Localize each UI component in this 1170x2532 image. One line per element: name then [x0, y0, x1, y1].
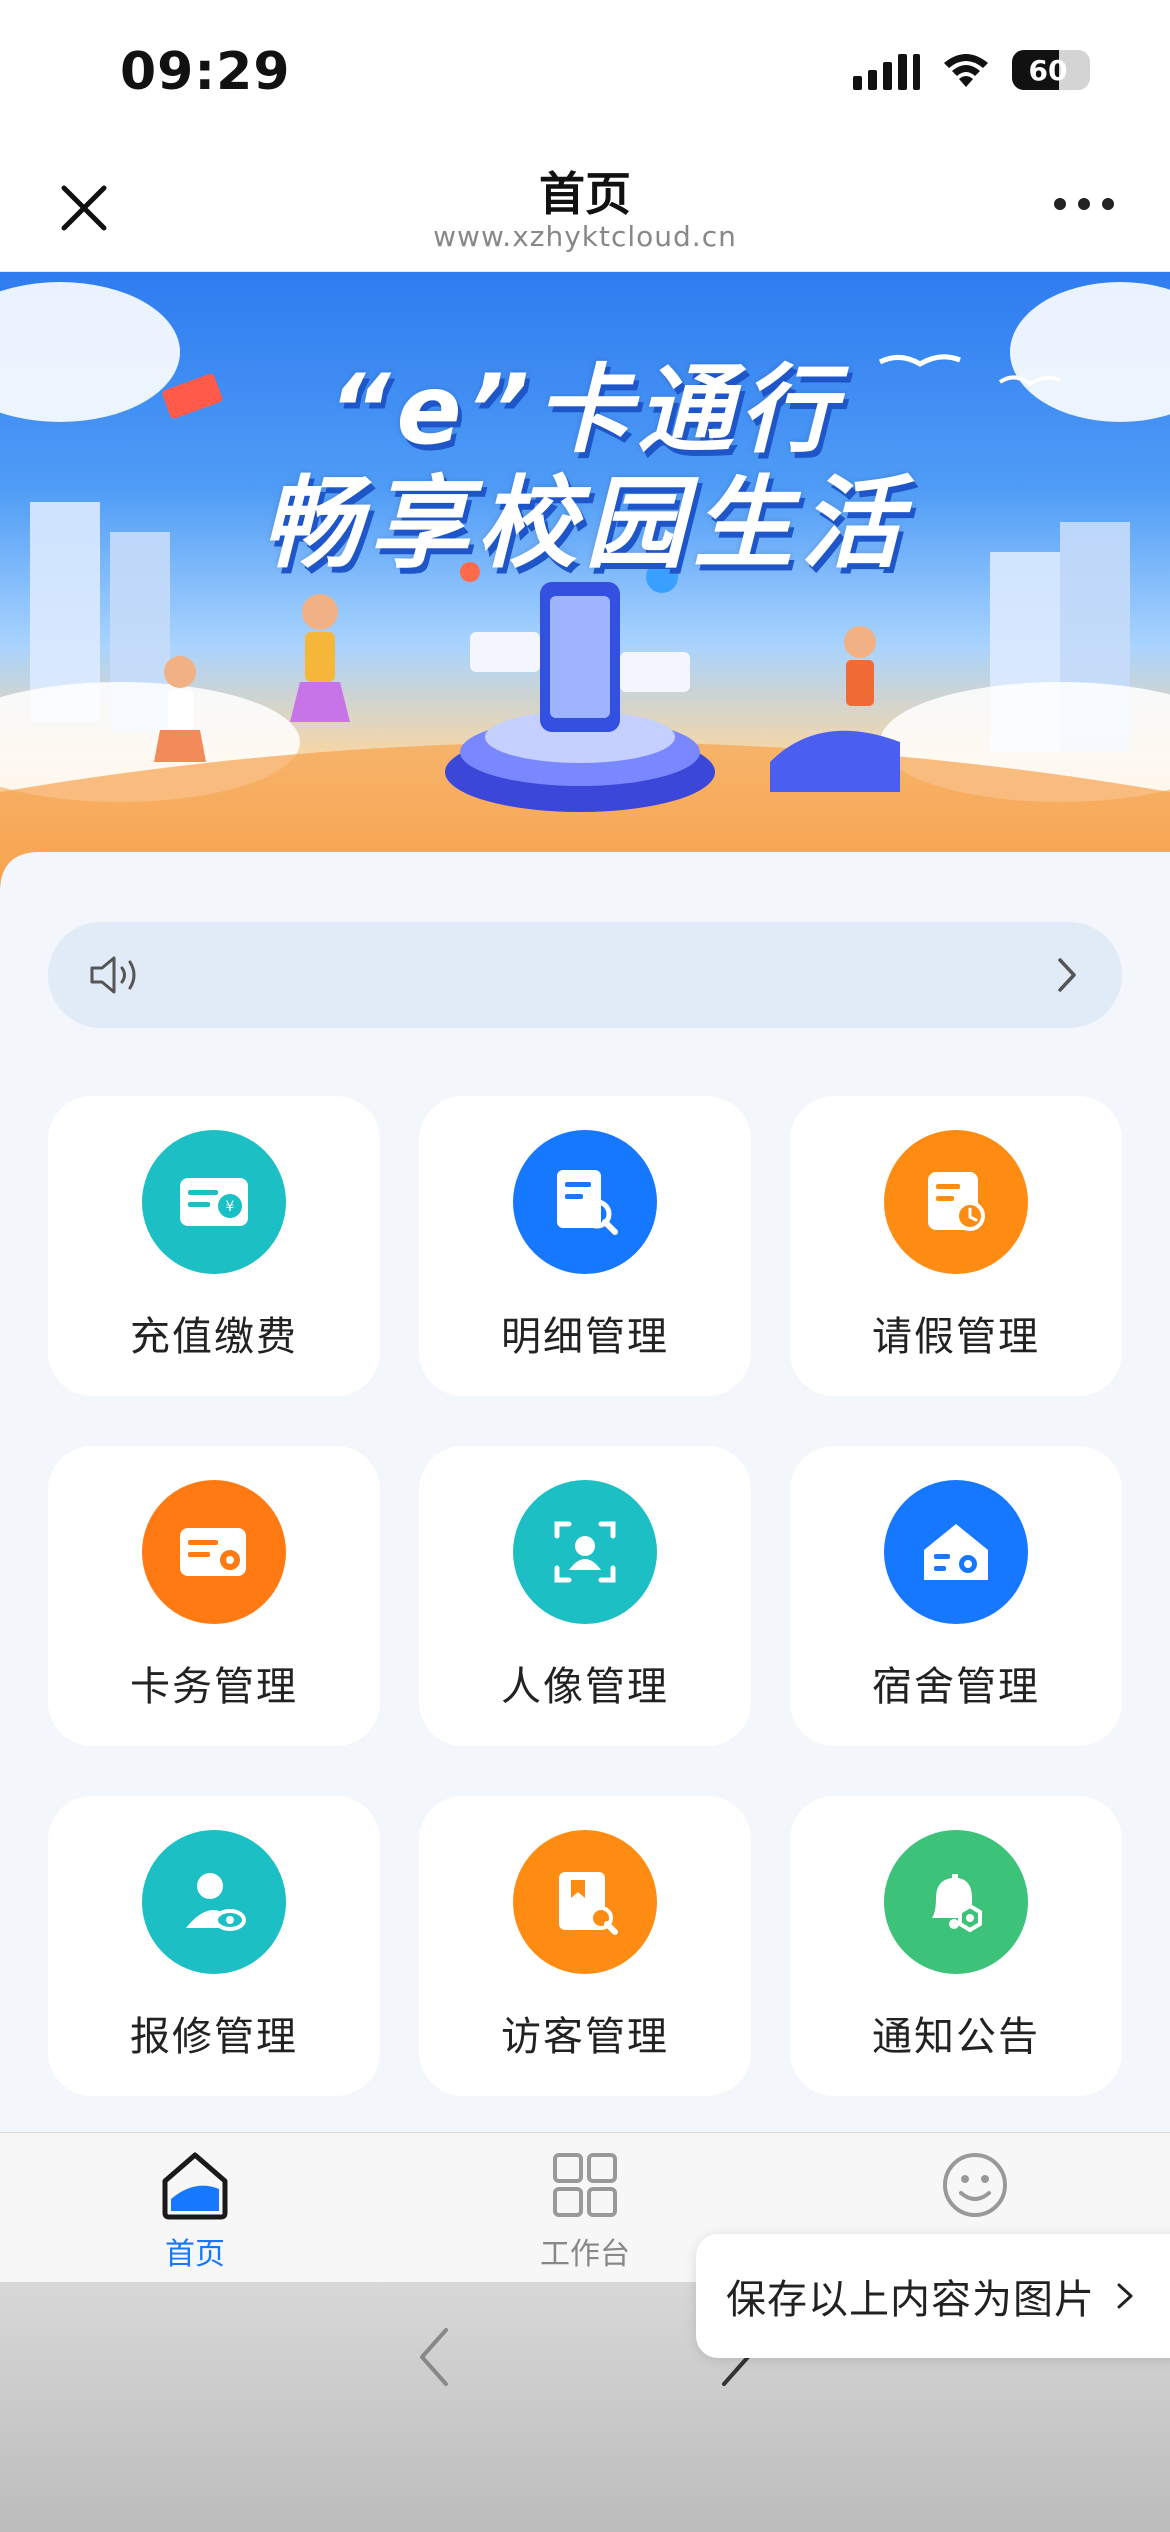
tile-label: 报修管理: [130, 2014, 298, 2060]
promo-banner[interactable]: “e”卡通行 畅享校园生活: [0, 272, 1170, 892]
svg-text:¥: ¥: [226, 1199, 235, 1215]
notice-bell-icon: [884, 1830, 1028, 1974]
tile-label: 访客管理: [501, 2014, 669, 2060]
notice-bar[interactable]: [48, 922, 1122, 1028]
more-icon[interactable]: [1054, 198, 1114, 210]
tile-details[interactable]: 明细管理: [419, 1096, 751, 1396]
tile-portrait[interactable]: 人像管理: [419, 1446, 751, 1746]
banner-curve: [0, 852, 1170, 892]
tile-leave[interactable]: 请假管理: [790, 1096, 1122, 1396]
tile-dormitory[interactable]: 宿舍管理: [790, 1446, 1122, 1746]
tile-label: 明细管理: [501, 1314, 669, 1360]
repair-person-icon: [142, 1830, 286, 1974]
status-time: 09:29: [120, 42, 291, 102]
tile-card-service[interactable]: 卡务管理: [48, 1446, 380, 1746]
banner-subheadline: 畅享校园生活: [261, 465, 909, 582]
wifi-icon: [944, 54, 988, 87]
tile-label: 请假管理: [872, 1314, 1040, 1360]
tile-label: 充值缴费: [130, 1314, 298, 1360]
status-icons: 60: [853, 50, 1090, 90]
workbench-icon: [553, 2153, 617, 2217]
tile-label: 人像管理: [501, 1664, 669, 1710]
speaker-icon: [90, 956, 136, 994]
page-title: 首页: [539, 167, 631, 221]
battery-icon: 60: [1012, 50, 1090, 90]
nav-bar: 首页 www.xzhyktcloud.cn: [0, 140, 1170, 272]
visitor-badge-icon: [513, 1830, 657, 1974]
face-scan-icon: [513, 1480, 657, 1624]
dorm-settings-icon: [884, 1480, 1028, 1624]
tile-label: 宿舍管理: [872, 1664, 1040, 1710]
signal-icon: [853, 50, 920, 90]
battery-level: 60: [1028, 54, 1068, 87]
tile-recharge[interactable]: ¥ 充值缴费: [48, 1096, 380, 1396]
tile-notice[interactable]: 通知公告: [790, 1796, 1122, 2096]
save-as-image-label: 保存以上内容为图片: [726, 2277, 1095, 2323]
chevron-right-icon: [1117, 2283, 1133, 2309]
function-grid: ¥ 充值缴费 明细管理 请假管理 卡务管理 人像管理 宿舍管理 报修管理 访客管…: [48, 1096, 1122, 2096]
document-clock-icon: [884, 1130, 1028, 1274]
tile-visitor[interactable]: 访客管理: [419, 1796, 751, 2096]
tile-label: 通知公告: [872, 2014, 1040, 2060]
status-bar: 09:29 60: [0, 0, 1170, 140]
back-arrow-icon[interactable]: [410, 2322, 460, 2392]
tab-home[interactable]: 首页: [115, 2149, 275, 2273]
recharge-card-icon: ¥: [142, 1130, 286, 1274]
save-as-image-button[interactable]: 保存以上内容为图片: [696, 2234, 1170, 2358]
tile-label: 卡务管理: [130, 1664, 298, 1710]
page-url: www.xzhyktcloud.cn: [433, 220, 737, 253]
chevron-right-icon[interactable]: [1052, 956, 1082, 994]
tab-workbench[interactable]: 工作台: [505, 2149, 665, 2273]
tab-label: 首页: [165, 2237, 225, 2272]
document-search-icon: [513, 1130, 657, 1274]
card-settings-icon: [142, 1480, 286, 1624]
tile-repair[interactable]: 报修管理: [48, 1796, 380, 2096]
tab-profile[interactable]: [895, 2149, 1055, 2229]
home-icon: [162, 2152, 228, 2220]
tab-label: 工作台: [540, 2237, 630, 2272]
smiley-icon: [943, 2153, 1007, 2217]
